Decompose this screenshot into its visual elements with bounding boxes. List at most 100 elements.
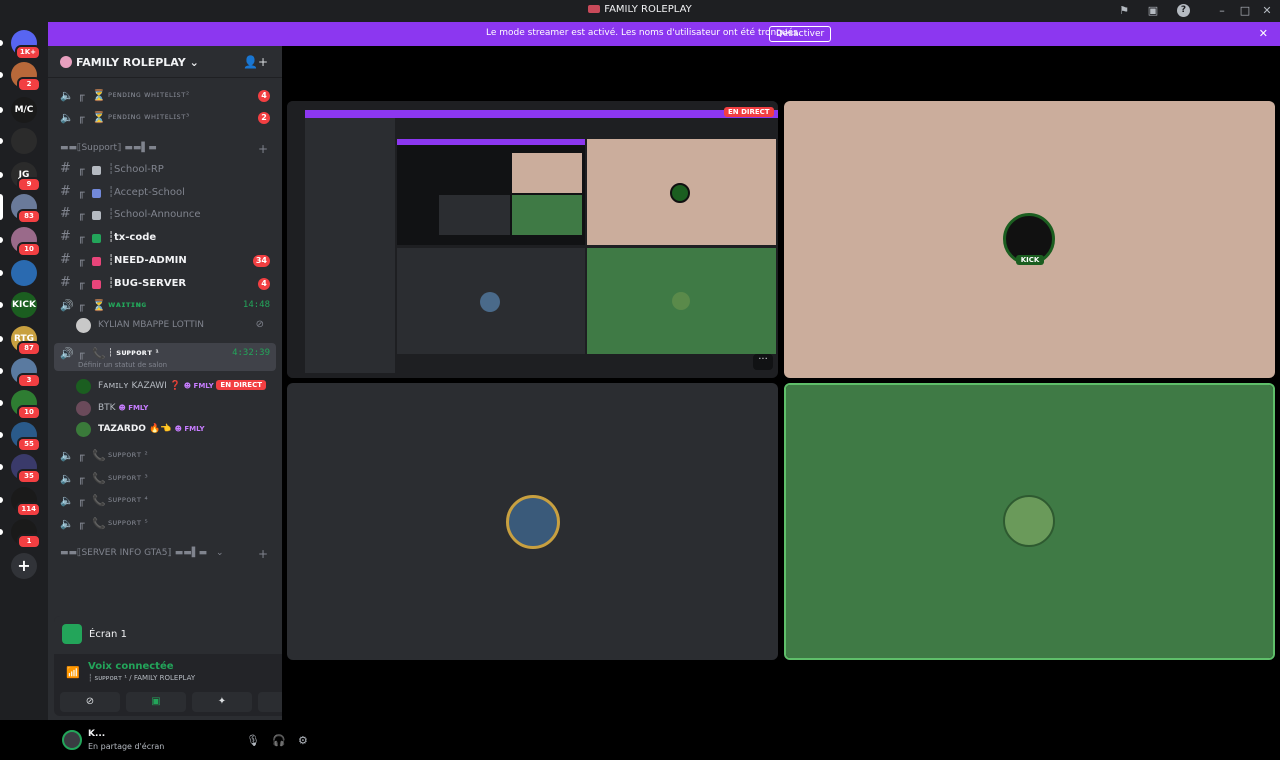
channel-name: ᴘᴇɴᴅɪɴɢ ᴡʜɪᴛᴇʟɪsᴛ³ [108, 112, 190, 121]
unread-pip [0, 172, 3, 178]
text-channel[interactable]: # ╓ ┆BUG-SERVER 4 [56, 273, 274, 295]
channel-name: ┆tx-code [108, 232, 157, 244]
tree-branch-icon: ╓ [78, 299, 85, 312]
inbox-flag-icon[interactable]: ⚑ [1116, 3, 1132, 19]
server-icon[interactable]: 2 [11, 62, 41, 92]
invite-people-icon[interactable]: 👤+ [243, 55, 268, 69]
close-window-icon[interactable]: ✕ [1259, 3, 1275, 19]
server-icon[interactable]: 114 [11, 487, 41, 517]
text-channel[interactable]: # ╓ ┆tx-code [56, 227, 274, 249]
server-icon[interactable]: 35 [11, 454, 41, 484]
microphone-icon[interactable]: 🎙 [246, 734, 260, 747]
server-icon[interactable]: 10 [11, 227, 41, 257]
server-icon[interactable]: 1K+ [11, 30, 41, 60]
voice-member[interactable]: KYLIAN MBAPPE LOTTIN ⊘ [76, 316, 272, 336]
disable-streamer-button[interactable]: Désactiver [769, 26, 832, 42]
emoji-square [92, 166, 101, 175]
user-panel: K... En partage d'écran 🎙 🎧 ⚙ [54, 722, 324, 760]
screen-share-tile[interactable]: EN DIRECT ··· [287, 101, 778, 378]
voice-channel[interactable]: 🔈 ╓ ⏳ ᴘᴇɴᴅɪɴɢ ᴡʜɪᴛᴇʟɪsᴛ² 4 [56, 85, 274, 107]
text-channel[interactable]: # ╓ ┆Accept-School [56, 182, 274, 204]
server-name[interactable]: FAMILY ROLEPLAY ⌄ [76, 56, 199, 69]
user-status: En partage d'écran [88, 742, 165, 751]
server-icon[interactable]: 83 [11, 194, 41, 224]
close-banner-icon[interactable]: ✕ [1259, 27, 1268, 40]
voice-status[interactable]: Voix connectée [88, 661, 174, 672]
headphones-icon[interactable]: 🎧 [272, 734, 286, 747]
settings-gear-icon[interactable]: ⚙ [298, 734, 308, 747]
tree-branch-icon: ╓ [78, 231, 85, 245]
user-name[interactable]: K... [88, 729, 105, 739]
server-icon[interactable] [11, 128, 37, 154]
hash-icon: # [60, 229, 71, 245]
more-options-icon[interactable]: ··· [753, 354, 773, 370]
text-channel[interactable]: # ╓ ┆School-Announce [56, 204, 274, 226]
voice-channel[interactable]: 🔈 ╓ 📞 sᴜᴘᴘᴏʀᴛ ² [56, 445, 274, 467]
mini-nested-tan [512, 153, 582, 193]
add-server-button[interactable]: + [11, 553, 37, 579]
channel-name: ┆Accept-School [108, 186, 185, 198]
emoji-square [92, 234, 101, 244]
category-server-info[interactable]: ▬▬⟦SERVER INFO GTA5⟧ ▬▬▌▬ ⌄ + [56, 547, 274, 564]
server-icon[interactable]: JG 9 [11, 162, 41, 192]
channel-name: ᴡᴀɪᴛɪɴɢ [108, 300, 147, 309]
voice-member[interactable]: Fᴀᴍɪʟʏ KAZAWI ❓ ☻ FMLY EN DIRECT [76, 377, 272, 397]
channel-emoji-icon [92, 232, 105, 245]
screen-share-icon[interactable]: ▣ [1145, 3, 1161, 19]
channel-name: ┆School-RP [108, 164, 164, 175]
category-support[interactable]: ▬▬⟦Support⟧ ▬▬▌▬ + [56, 142, 274, 159]
create-channel-plus-icon[interactable]: + [258, 547, 268, 561]
create-channel-plus-icon[interactable]: + [258, 142, 268, 156]
participant-tile-tazardo[interactable] [784, 383, 1275, 660]
signal-icon[interactable]: 📶 [66, 666, 80, 679]
channel-emoji-icon [92, 164, 105, 177]
mention-badge: 1 [17, 534, 41, 549]
user-avatar[interactable] [62, 730, 82, 750]
minimize-icon[interactable]: – [1214, 3, 1230, 19]
camera-off-button[interactable]: ⊘ [60, 692, 120, 712]
mention-badge: 1K+ [14, 45, 41, 60]
mention-badge: 2 [17, 77, 41, 92]
voice-channel[interactable]: 🔈 ╓ 📞 sᴜᴘᴘᴏʀᴛ ⁴ [56, 490, 274, 512]
channel-status-hint[interactable]: Définir un statut de salon [78, 361, 167, 369]
voice-channel-support-1[interactable]: 🔊 ╓ 📞 ┆ sᴜᴘᴘᴏʀᴛ ¹ 4:32:39 Définir un statut d… [54, 343, 276, 371]
phone-icon: 📞 [92, 517, 106, 531]
server-header[interactable]: FAMILY ROLEPLAY ⌄ 👤+ [48, 46, 282, 78]
channel-emoji-icon [92, 255, 105, 268]
maximize-icon[interactable]: □ [1237, 3, 1253, 19]
server-icon[interactable]: 55 [11, 422, 41, 452]
voice-channel-waiting[interactable]: 🔊 ╓ ⏳ ᴡᴀɪᴛɪɴɢ 14:48 [56, 295, 274, 317]
mini-banner [305, 110, 778, 118]
hash-icon: # [60, 251, 71, 267]
server-icon[interactable]: 1 [11, 519, 41, 549]
text-channel[interactable]: # ╓ ┆School-RP [56, 159, 274, 181]
activities-button[interactable]: ✦ [192, 692, 252, 712]
mention-badge: 10 [17, 242, 41, 257]
server-icon[interactable]: M/C [11, 97, 37, 123]
participant-tile-btk[interactable] [287, 383, 778, 660]
voice-member[interactable]: TAZARDO 🔥👈 ☻ FMLY [76, 420, 272, 440]
voice-channel[interactable]: 🔈 ╓ 📞 sᴜᴘᴘᴏʀᴛ ⁵ [56, 513, 274, 535]
live-badge[interactable]: EN DIRECT [216, 380, 266, 390]
text-channel[interactable]: # ╓ ┆NEED-ADMIN 34 [56, 250, 274, 272]
voice-member[interactable]: BTK ☻ FMLY [76, 399, 272, 419]
voice-channel[interactable]: 🔈 ╓ 📞 sᴜᴘᴘᴏʀᴛ ³ [56, 468, 274, 490]
server-icon[interactable]: 10 [11, 390, 41, 420]
help-icon[interactable]: ? [1177, 4, 1190, 17]
mini-sidebar [305, 118, 395, 373]
server-icon[interactable]: KICK [11, 292, 37, 318]
unread-pip [0, 270, 3, 276]
share-screen-button[interactable]: ▣ [126, 692, 186, 712]
emoji-square [92, 279, 101, 289]
server-icon[interactable]: 3 [11, 358, 41, 388]
participant-tile-kazawi[interactable]: KICK [784, 101, 1275, 378]
voice-channel[interactable]: 🔈 ╓ ⏳ ᴘᴇɴᴅɪɴɢ ᴡʜɪᴛᴇʟɪsᴛ³ 2 [56, 107, 274, 129]
mini-titlebar [287, 101, 778, 110]
phone-icon: 📞 [92, 471, 106, 485]
app-logo-icon [588, 5, 601, 13]
hash-icon: # [60, 206, 71, 222]
member-tag-text: FMLY [184, 425, 205, 433]
member-name-text: TAZARDO 🔥👈 [98, 424, 172, 434]
server-icon[interactable] [11, 260, 37, 286]
server-icon[interactable]: RTG 87 [11, 326, 41, 356]
